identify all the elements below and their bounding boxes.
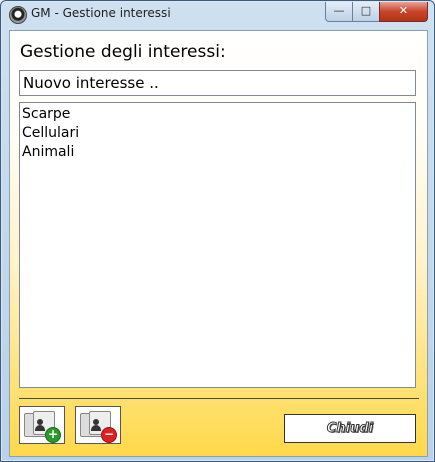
person-icon [91,419,101,431]
app-logo-icon [9,6,27,24]
list-item[interactable]: Cellulari [22,124,413,143]
minus-icon: − [101,427,117,443]
divider [19,398,419,399]
interests-list[interactable]: Scarpe Cellulari Animali [19,102,416,388]
plus-icon: + [45,427,61,443]
list-item[interactable]: Scarpe [22,105,413,124]
new-interest-input[interactable] [19,70,416,96]
client-area: Gestione degli interessi: Scarpe Cellula… [9,30,428,457]
add-interest-button[interactable]: + [19,406,65,444]
remove-interest-button[interactable]: − [75,406,121,444]
close-button[interactable]: Chiudi [284,414,416,443]
person-icon [35,419,45,431]
close-window-button[interactable]: ✕ [379,2,428,22]
list-item[interactable]: Animali [22,143,413,162]
maximize-button[interactable]: □ [352,2,380,22]
minimize-button[interactable]: — [325,2,353,22]
title-bar[interactable]: GM - Gestione interessi — □ ✕ [1,1,434,29]
window-title: GM - Gestione interessi [31,6,171,20]
page-title: Gestione degli interessi: [20,42,226,62]
app-window: GM - Gestione interessi — □ ✕ Gestione d… [0,0,435,462]
